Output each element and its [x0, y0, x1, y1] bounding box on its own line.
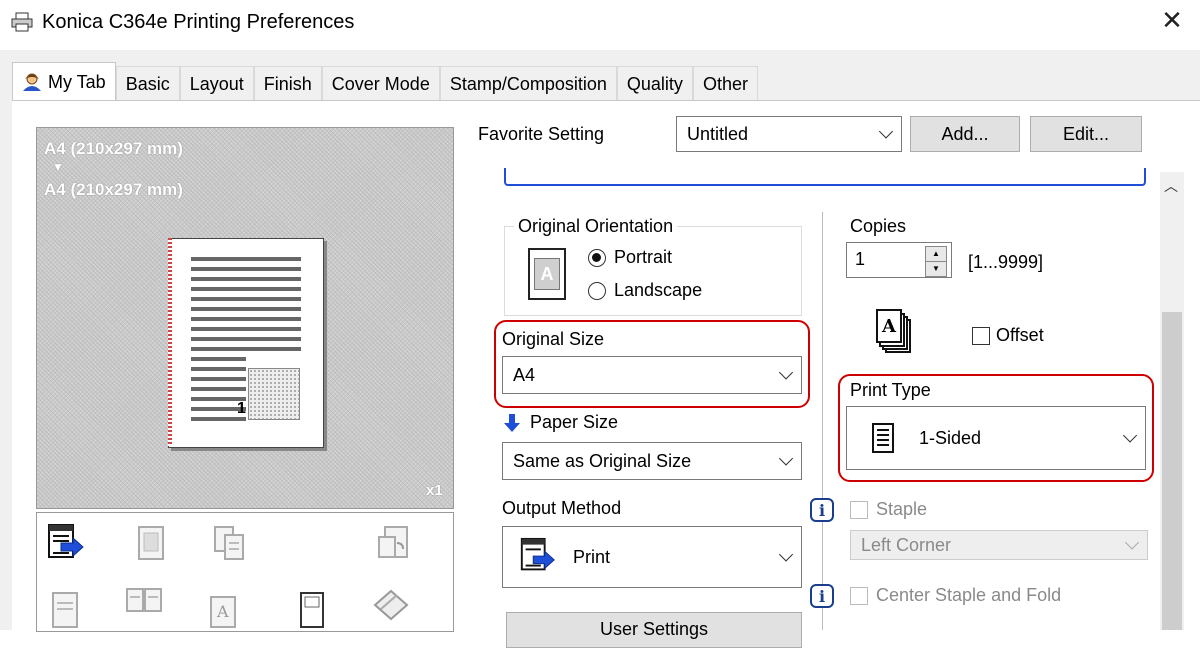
original-size-select[interactable]: A4 [502, 356, 802, 394]
tab-finish[interactable]: Finish [253, 66, 322, 101]
preview-arrow: ▼ [52, 160, 64, 174]
center-staple-option[interactable]: Center Staple and Fold [850, 585, 1061, 606]
stapled-pages-icon [373, 589, 409, 621]
preview-page-edge [168, 238, 172, 446]
print-output-icon [520, 537, 555, 571]
text-page-icon: A [210, 596, 236, 628]
landscape-option[interactable]: Landscape [588, 280, 702, 301]
offset-label: Offset [996, 325, 1044, 345]
orientation-label: Original Orientation [514, 216, 678, 237]
copies-range: [1...9999] [968, 252, 1044, 272]
center-staple-info-icon[interactable]: i [810, 584, 834, 608]
print-output-icon[interactable] [47, 523, 85, 565]
offset-checkbox[interactable] [972, 326, 990, 345]
output-method-value: Print [573, 546, 611, 567]
landscape-label: Landscape [614, 280, 703, 300]
staple-checkbox[interactable] [850, 500, 868, 519]
staple-label: Staple [876, 499, 928, 519]
chevron-down-icon [778, 451, 794, 466]
print-type-select[interactable]: 1-Sided [846, 406, 1146, 470]
tab-cover-mode[interactable]: Cover Mode [321, 66, 440, 101]
printer-icon [11, 12, 33, 32]
arrow-down-icon [504, 413, 520, 432]
chevron-down-icon [778, 365, 794, 380]
spinner-up-icon[interactable]: ▲ [925, 246, 947, 262]
paper-size-header: Paper Size [504, 412, 618, 433]
center-staple-checkbox[interactable] [850, 586, 868, 605]
staple-position-select[interactable]: Left Corner [850, 530, 1148, 560]
original-size-label: Original Size [502, 329, 605, 349]
copies-spinner[interactable]: 1 ▲ ▼ [846, 242, 952, 278]
poster-icon [138, 526, 164, 560]
copy-pages-icon [214, 526, 244, 560]
function-icons-panel: A [36, 512, 454, 632]
preview-paper-size: A4 (210x297 mm) [44, 180, 183, 199]
chevron-down-icon [878, 124, 894, 139]
orientation-letter: A [534, 258, 560, 290]
preview-stamp-area [248, 368, 300, 420]
tab-label: My Tab [48, 72, 106, 92]
portrait-option[interactable]: Portrait [588, 247, 672, 268]
tab-my-tab[interactable]: My Tab [12, 62, 116, 101]
user-icon [23, 73, 41, 91]
chevron-down-icon [778, 547, 794, 562]
scrollbar-thumb[interactable] [1162, 312, 1182, 630]
window-title: Konica C364e Printing Preferences [42, 10, 355, 33]
combine-pages-icon [126, 588, 162, 612]
column-separator [822, 212, 823, 630]
portrait-radio[interactable] [588, 248, 606, 267]
favorite-setting-label: Favorite Setting [478, 124, 605, 144]
preview-copies-badge: x1 [426, 482, 443, 499]
document-icon [52, 592, 78, 628]
paper-size-label: Paper Size [530, 412, 619, 432]
chevron-down-icon [1122, 428, 1138, 443]
chevron-down-icon [1124, 535, 1140, 550]
scroll-up-icon[interactable]: ︿ [1164, 176, 1178, 196]
settings-frame [504, 168, 1146, 186]
output-method-label: Output Method [502, 498, 622, 518]
staple-position-value: Left Corner [861, 534, 952, 555]
tab-layout[interactable]: Layout [179, 66, 254, 101]
output-method-select[interactable]: Print [502, 526, 802, 588]
edit-favorite-button[interactable]: Edit... [1030, 116, 1142, 152]
original-size-value: A4 [513, 364, 536, 385]
preview-page [168, 238, 324, 448]
copies-value[interactable]: 1 [855, 249, 865, 270]
staple-info-icon[interactable]: i [810, 498, 834, 522]
rotate-page-icon [378, 526, 408, 558]
landscape-radio[interactable] [588, 281, 606, 300]
favorite-setting-value: Untitled [687, 123, 749, 144]
paper-size-select[interactable]: Same as Original Size [502, 442, 802, 480]
tab-bar: My Tab Basic Layout Finish Cover Mode St… [12, 62, 758, 101]
tab-stamp-composition[interactable]: Stamp/Composition [439, 66, 617, 101]
tab-quality[interactable]: Quality [616, 66, 693, 101]
center-staple-label: Center Staple and Fold [876, 585, 1062, 605]
watermark-page-icon [300, 592, 324, 628]
portrait-label: Portrait [614, 247, 673, 267]
favorite-setting-select[interactable]: Untitled [676, 116, 902, 152]
preview-page-number: 1 [237, 400, 246, 417]
window-title-bar: Konica C364e Printing Preferences [10, 8, 354, 36]
svg-text:A: A [881, 316, 897, 337]
close-button[interactable]: ✕ [1158, 6, 1186, 34]
user-settings-button[interactable]: User Settings [506, 612, 802, 648]
copies-label: Copies [850, 216, 907, 236]
svg-text:A: A [216, 602, 229, 621]
tab-other[interactable]: Other [692, 66, 758, 101]
orientation-preview-icon: A [528, 248, 566, 300]
spinner-down-icon[interactable]: ▼ [925, 261, 947, 277]
offset-option[interactable]: Offset [972, 325, 1044, 346]
paper-size-value: Same as Original Size [513, 450, 692, 471]
add-favorite-button[interactable]: Add... [910, 116, 1020, 152]
print-type-value: 1-Sided [919, 427, 982, 448]
stacked-pages-icon: A [876, 309, 911, 353]
single-page-icon [872, 423, 894, 453]
staple-option[interactable]: Staple [850, 499, 927, 520]
tab-basic[interactable]: Basic [115, 66, 180, 101]
preview-original-size: A4 (210x297 mm) [44, 139, 183, 158]
print-type-label: Print Type [850, 380, 931, 400]
